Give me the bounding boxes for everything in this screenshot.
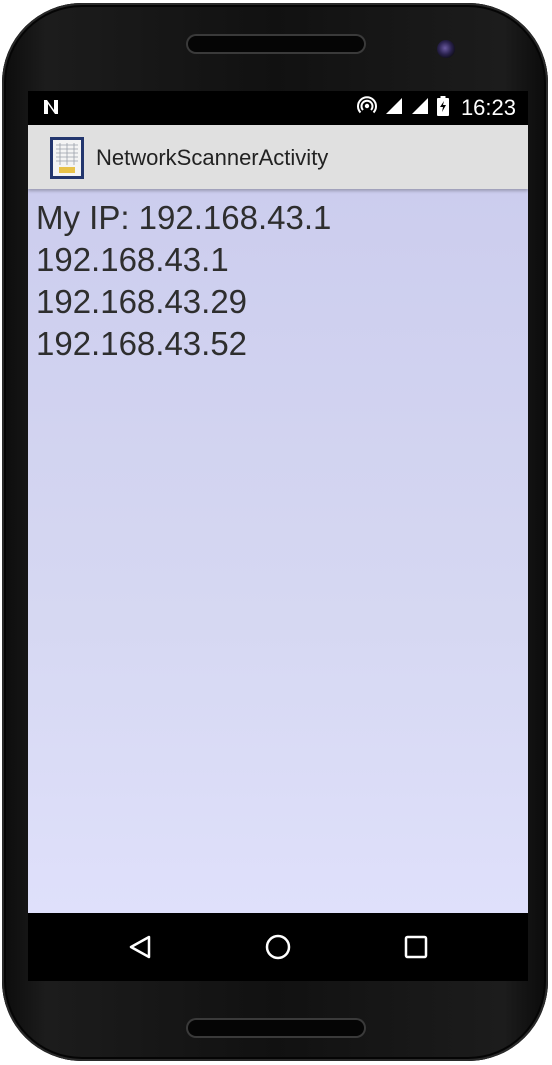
status-bar: 16:23 <box>28 91 528 125</box>
signal-icon <box>385 97 403 119</box>
host-ip-line: 192.168.43.1 <box>36 241 229 278</box>
device-screen: 16:23 NetworkScannerActivity My IP: 192.… <box>28 91 528 981</box>
hotspot-icon <box>356 96 377 120</box>
status-icons: 16:23 <box>356 95 516 121</box>
bottom-speaker <box>188 1020 364 1036</box>
top-speaker <box>188 36 364 52</box>
host-ip-line: 192.168.43.29 <box>36 283 248 320</box>
battery-charging-icon <box>436 96 449 120</box>
front-camera <box>437 40 455 58</box>
status-time: 16:23 <box>460 95 516 120</box>
my-ip-line: My IP: 192.168.43.1 <box>36 199 332 236</box>
n-notification-icon <box>42 98 60 121</box>
app-bar: NetworkScannerActivity <box>28 125 528 189</box>
back-icon[interactable] <box>118 925 162 969</box>
app-title: NetworkScannerActivity <box>96 145 329 170</box>
phone-frame: 16:23 NetworkScannerActivity My IP: 192.… <box>2 3 548 1061</box>
main-content: My IP: 192.168.43.1 192.168.43.1 192.168… <box>28 189 528 913</box>
signal-icon <box>411 97 429 119</box>
recents-icon[interactable] <box>394 925 438 969</box>
app-launcher-icon[interactable] <box>50 137 84 179</box>
host-ip-line: 192.168.43.52 <box>36 325 248 362</box>
home-icon[interactable] <box>256 925 300 969</box>
navigation-bar <box>28 913 528 981</box>
